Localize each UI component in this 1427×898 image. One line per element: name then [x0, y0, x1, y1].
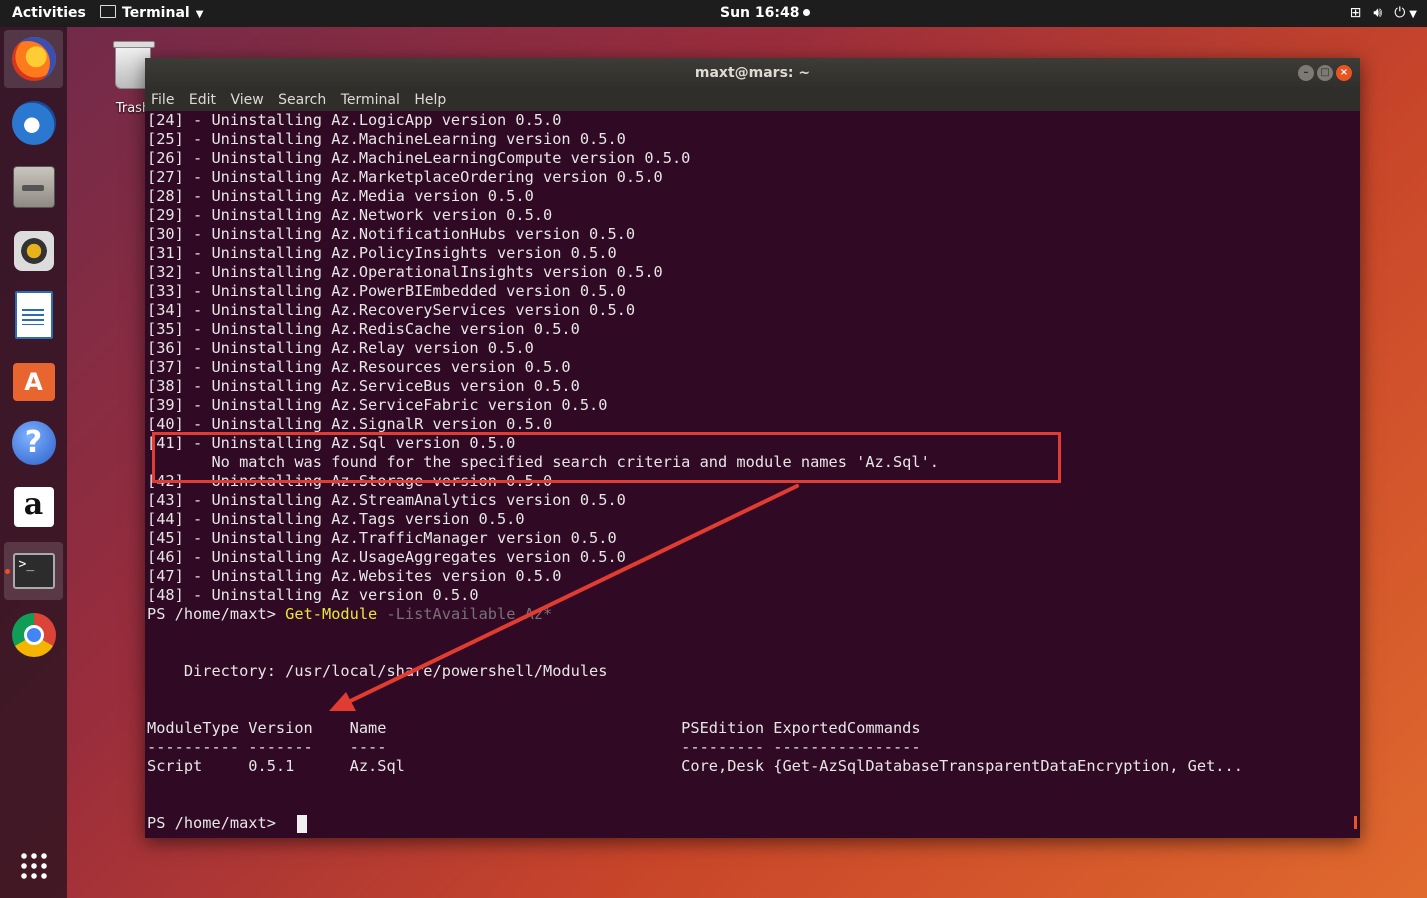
menu-file[interactable]: File — [151, 89, 174, 111]
terminal-line: [37] - Uninstalling Az.Resources version… — [147, 358, 571, 376]
caret-down-icon: ▼ — [1409, 9, 1417, 20]
dock-help[interactable]: ? — [4, 414, 63, 472]
writer-icon — [14, 291, 53, 339]
activities-button[interactable]: Activities — [12, 0, 86, 27]
window-titlebar[interactable]: maxt@mars: ~ – □ × — [145, 58, 1360, 89]
files-icon — [12, 166, 55, 208]
app-menu[interactable]: Terminal ▼ — [100, 0, 203, 27]
app-menu-label: Terminal — [122, 5, 190, 21]
final-prompt-line: PS /home/maxt> — [147, 814, 285, 833]
terminal-line: [33] - Uninstalling Az.PowerBIEmbedded v… — [147, 282, 626, 300]
dock: A ? a >_ — [0, 27, 67, 898]
caret-down-icon: ▼ — [195, 9, 204, 20]
menu-edit[interactable]: Edit — [189, 89, 216, 111]
dock-show-apps[interactable] — [4, 837, 63, 895]
window-title: maxt@mars: ~ — [694, 65, 811, 81]
terminal-line: [35] - Uninstalling Az.RedisCache versio… — [147, 320, 580, 338]
terminal-line: [29] - Uninstalling Az.Network version 0… — [147, 206, 553, 224]
annotation-highlight-box — [152, 432, 1061, 483]
terminal-line: [46] - Uninstalling Az.UsageAggregates v… — [147, 548, 626, 566]
terminal-line: [31] - Uninstalling Az.PolicyInsights ve… — [147, 244, 617, 262]
scroll-indicator — [1354, 816, 1357, 829]
menu-terminal[interactable]: Terminal — [341, 89, 400, 111]
prompt: PS /home/maxt> — [147, 605, 286, 623]
terminal-line: [30] - Uninstalling Az.NotificationHubs … — [147, 225, 636, 243]
terminal-line: [25] - Uninstalling Az.MachineLearning v… — [147, 130, 626, 148]
rhythmbox-icon — [13, 231, 54, 271]
amazon-icon: a — [13, 487, 54, 527]
dock-rhythmbox[interactable] — [4, 222, 63, 280]
firefox-icon — [11, 37, 56, 81]
terminal-line: [34] - Uninstalling Az.RecoveryServices … — [147, 301, 636, 319]
dock-thunderbird[interactable] — [4, 94, 63, 152]
terminal-line: [48] - Uninstalling Az version 0.5.0 — [147, 586, 479, 604]
menu-bar: File Edit View Search Terminal Help — [145, 89, 1360, 111]
command-line: PS /home/maxt> Get-Module -ListAvailable… — [147, 605, 552, 624]
terminal-line: [28] - Uninstalling Az.Media version 0.5… — [147, 187, 534, 205]
menu-view[interactable]: View — [230, 89, 263, 111]
help-icon: ? — [11, 421, 56, 465]
terminal-line: [39] - Uninstalling Az.ServiceFabric ver… — [147, 396, 608, 414]
dock-chrome[interactable] — [4, 606, 63, 664]
terminal-line: [32] - Uninstalling Az.OperationalInsigh… — [147, 263, 663, 281]
terminal-line: [43] - Uninstalling Az.StreamAnalytics v… — [147, 491, 626, 509]
dock-files[interactable] — [4, 158, 63, 216]
command-param: -ListAvailable — [386, 605, 516, 623]
show-apps-icon — [18, 851, 49, 881]
menu-search[interactable]: Search — [278, 89, 326, 111]
running-indicator — [5, 569, 10, 574]
thunderbird-icon — [11, 101, 56, 145]
table-rule: ---------- ------- ---- --------- ------… — [147, 738, 921, 756]
terminal-line: [24] - Uninstalling Az.LogicApp version … — [147, 111, 562, 129]
dock-terminal[interactable]: >_ — [4, 542, 63, 600]
terminal-line: [44] - Uninstalling Az.Tags version 0.5.… — [147, 510, 525, 528]
terminal-line: [38] - Uninstalling Az.ServiceBus versio… — [147, 377, 580, 395]
software-icon: A — [12, 363, 55, 401]
dock-firefox[interactable] — [4, 30, 63, 88]
text-cursor — [297, 815, 307, 833]
menu-help[interactable]: Help — [414, 89, 446, 111]
directory-line: Directory: /usr/local/share/powershell/M… — [147, 662, 608, 680]
table-header: ModuleType Version Name PSEdition Export… — [147, 719, 921, 737]
dock-writer[interactable] — [4, 286, 63, 344]
command-arg: Az* — [524, 605, 553, 623]
terminal-line: [27] - Uninstalling Az.MarketplaceOrderi… — [147, 168, 663, 186]
maximize-button[interactable]: □ — [1317, 65, 1333, 81]
clock-label: Sun 16:48 — [720, 5, 800, 21]
terminal-mini-icon — [100, 5, 116, 18]
table-row: Script 0.5.1 Az.Sql Core,Desk {Get-AzSql… — [147, 757, 1243, 775]
prompt: PS /home/maxt> — [147, 814, 286, 832]
clock[interactable]: Sun 16:48 — [720, 0, 811, 27]
system-tray[interactable]: ⊞ 🔊︎ ⏻ ▼ — [1338, 0, 1417, 27]
minimize-button[interactable]: – — [1298, 65, 1314, 81]
terminal-line: [45] - Uninstalling Az.TrafficManager ve… — [147, 529, 617, 547]
power-icon: ⏻ — [1394, 5, 1406, 21]
top-bar: Activities Terminal ▼ Sun 16:48 ⊞ 🔊︎ ⏻ ▼ — [0, 0, 1427, 27]
chrome-icon — [11, 613, 56, 657]
terminal-line: [47] - Uninstalling Az.Websites version … — [147, 567, 562, 585]
command-name: Get-Module — [285, 605, 378, 623]
notification-dot-icon — [803, 9, 811, 16]
network-icon: ⊞ — [1349, 5, 1362, 21]
dock-amazon[interactable]: a — [4, 478, 63, 536]
terminal-icon: >_ — [12, 553, 55, 589]
dock-software[interactable]: A — [4, 350, 63, 408]
terminal-line: [26] - Uninstalling Az.MachineLearningCo… — [147, 149, 691, 167]
terminal-line: [36] - Uninstalling Az.Relay version 0.5… — [147, 339, 534, 357]
volume-icon: 🔊︎ — [1373, 5, 1383, 21]
close-button[interactable]: × — [1336, 65, 1352, 81]
